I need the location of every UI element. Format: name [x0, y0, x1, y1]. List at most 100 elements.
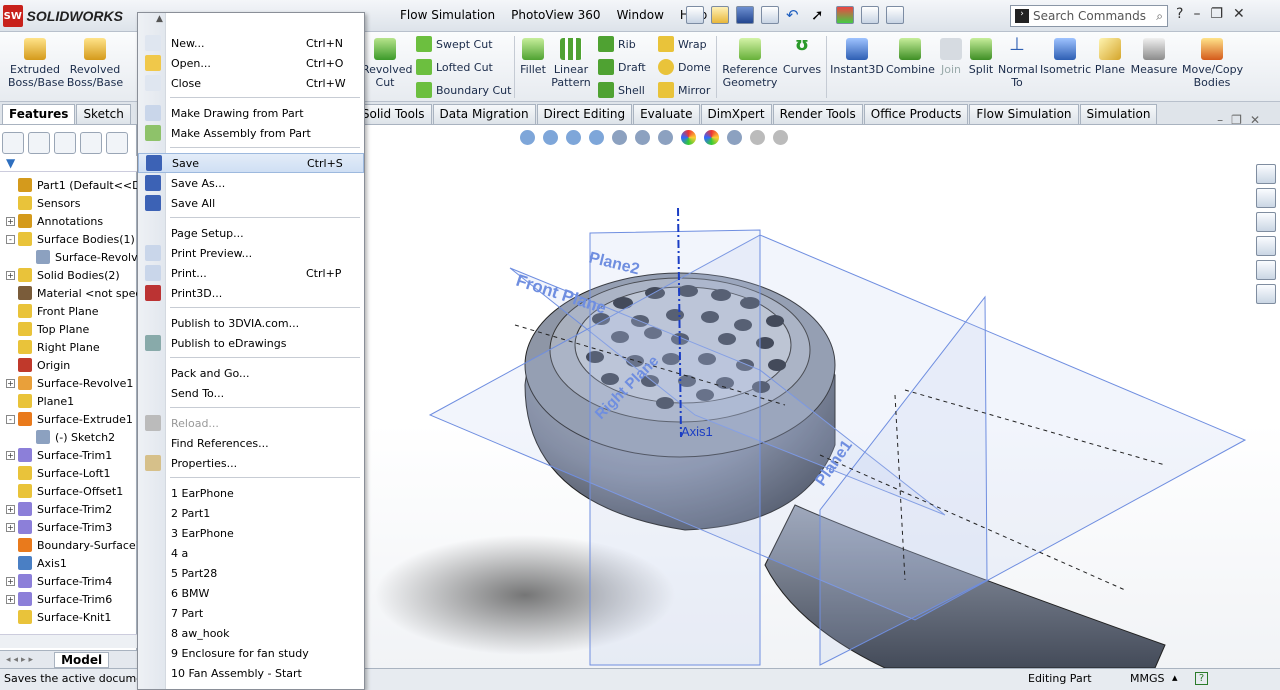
menu-item[interactable]: Open... Ctrl+O [138, 53, 364, 73]
rib-button[interactable]: Rib [598, 36, 636, 52]
tab-dimxpert[interactable]: DimXpert [700, 104, 772, 124]
viewport-minimize-icon[interactable]: – [1217, 113, 1231, 127]
appearances-scenes-icon[interactable] [1256, 260, 1276, 280]
options-icon[interactable] [886, 6, 904, 24]
save-disk-icon[interactable] [736, 6, 754, 24]
configuration-manager-tab-icon[interactable] [54, 132, 76, 154]
tree-item[interactable]: + Surface-Trim4 [0, 572, 137, 590]
menu-item[interactable]: 7 Part [138, 603, 364, 623]
viewport-restore-icon[interactable]: ❐ [1231, 113, 1250, 127]
extruded-boss-button[interactable]: Extruded Boss/Base [8, 38, 64, 89]
menu-item[interactable]: 4 a [138, 543, 364, 563]
expand-icon[interactable]: + [6, 522, 15, 532]
menu-item[interactable]: Page Setup... [138, 223, 364, 243]
collapse-icon[interactable]: - [6, 414, 15, 424]
viewport-close-icon[interactable]: ✕ [1250, 113, 1268, 127]
collapse-icon[interactable]: - [6, 234, 15, 244]
menu-item[interactable]: Publish to 3DVIA.com... [138, 313, 364, 333]
menu-item[interactable]: 2 Part1 [138, 503, 364, 523]
menu-item[interactable]: Save All [138, 193, 364, 213]
print-icon[interactable] [761, 6, 779, 24]
menu-item[interactable]: Pack and Go... [138, 363, 364, 383]
linear-pattern-button[interactable]: Linear Pattern [550, 38, 592, 89]
dimxpert-manager-tab-icon[interactable] [80, 132, 102, 154]
display-manager-tab-icon[interactable] [106, 132, 128, 154]
expand-icon[interactable]: + [6, 576, 15, 586]
tree-item[interactable]: Plane1 [0, 392, 137, 410]
menu-item[interactable]: 8 aw_hook [138, 623, 364, 643]
search-icon[interactable]: ⌕ [1156, 9, 1163, 24]
tab-simulation[interactable]: Simulation [1079, 104, 1158, 124]
feature-tree-scrollbar[interactable] [0, 634, 137, 648]
file-explorer-icon[interactable] [1256, 212, 1276, 232]
tab-office-products[interactable]: Office Products [863, 104, 969, 124]
previous-view-icon[interactable] [566, 130, 581, 145]
menu-item[interactable]: New... Ctrl+N [138, 33, 364, 53]
menu-item[interactable]: 5 Part28 [138, 563, 364, 583]
new-doc-icon[interactable] [686, 6, 704, 24]
menu-item[interactable]: 1 EarPhone [138, 483, 364, 503]
mirror-button[interactable]: Mirror [658, 82, 710, 98]
menu-item[interactable]: Make Assembly from Part [138, 123, 364, 143]
split-button[interactable]: Split [966, 38, 996, 76]
menu-scroll-up-icon[interactable]: ▲ [156, 14, 163, 24]
section-view-icon[interactable] [589, 130, 604, 145]
tree-item[interactable]: - Surface Bodies(1) [0, 230, 137, 248]
model-tab[interactable]: Model [54, 651, 110, 668]
shadows-icon[interactable] [773, 130, 788, 145]
tab-direct-editing[interactable]: Direct Editing [536, 104, 633, 124]
tree-item[interactable]: Front Plane [0, 302, 137, 320]
edit-appearance-icon[interactable] [681, 130, 696, 145]
tree-item[interactable]: Origin [0, 356, 137, 374]
menu-item[interactable]: 9 Enclosure for fan study [138, 643, 364, 663]
menu-item[interactable]: 3 EarPhone [138, 523, 364, 543]
menu-window[interactable]: Window [609, 8, 672, 22]
solidworks-logo[interactable]: SW SOLIDWORKS [3, 4, 123, 28]
minimize-icon[interactable]: – [1193, 6, 1200, 22]
hide-show-items-icon[interactable] [658, 130, 673, 145]
tree-item[interactable]: - Surface-Extrude1 [0, 410, 137, 428]
design-library-icon[interactable] [1256, 188, 1276, 208]
expand-icon[interactable]: + [6, 450, 15, 460]
tree-item[interactable]: + Surface-Trim2 [0, 500, 137, 518]
menu-item[interactable]: Print Preview... [138, 243, 364, 263]
help-icon[interactable]: ? [1176, 6, 1183, 22]
draft-button[interactable]: Draft [598, 59, 646, 75]
menu-item[interactable]: Find References... [138, 433, 364, 453]
tab-solid-tools[interactable]: Solid Tools [359, 104, 432, 124]
tree-item[interactable]: Surface-Knit1 [0, 608, 137, 626]
menu-item[interactable]: Print... Ctrl+P [138, 263, 364, 283]
help-status-icon[interactable]: ? [1195, 672, 1208, 685]
menu-item[interactable]: 6 BMW [138, 583, 364, 603]
menu-item[interactable]: Save Ctrl+S [138, 153, 364, 173]
isometric-button[interactable]: Isometric [1040, 38, 1091, 76]
tab-scroll-arrows[interactable]: ◂◂▸▸ [6, 655, 36, 665]
file-properties-icon[interactable] [861, 6, 879, 24]
move-copy-bodies-button[interactable]: Move/Copy Bodies [1182, 38, 1243, 89]
boundary-cut-button[interactable]: Boundary Cut [416, 82, 511, 98]
undo-icon[interactable]: ↶ [786, 6, 804, 24]
menu-item[interactable]: Properties... [138, 453, 364, 473]
tree-item[interactable]: + Surface-Revolve1 [0, 374, 137, 392]
tree-item[interactable]: Axis1 [0, 554, 137, 572]
join-button[interactable]: Join [936, 38, 966, 76]
feature-tree-tab-icon[interactable] [2, 132, 24, 154]
zoom-area-icon[interactable] [543, 130, 558, 145]
menu-item[interactable]: Reload... [138, 413, 364, 433]
tab-render-tools[interactable]: Render Tools [772, 104, 863, 124]
tree-item[interactable]: Surface-Offset1 [0, 482, 137, 500]
instant3d-button[interactable]: Instant3D [830, 38, 884, 76]
menu-item[interactable]: Send To... [138, 383, 364, 403]
display-style-icon[interactable] [635, 130, 650, 145]
fillet-button[interactable]: Fillet [518, 38, 548, 76]
select-arrow-icon[interactable]: ➚ [811, 6, 829, 24]
property-manager-tab-icon[interactable] [28, 132, 50, 154]
zoom-to-fit-icon[interactable] [520, 130, 535, 145]
tab-features[interactable]: Features [2, 104, 76, 124]
plane-button[interactable]: Plane [1094, 38, 1126, 76]
custom-properties-icon[interactable] [1256, 284, 1276, 304]
tree-item[interactable]: + Surface-Trim3 [0, 518, 137, 536]
expand-icon[interactable]: + [6, 504, 15, 514]
shell-button[interactable]: Shell [598, 82, 645, 98]
tree-item[interactable]: Surface-Revolve [0, 248, 137, 266]
